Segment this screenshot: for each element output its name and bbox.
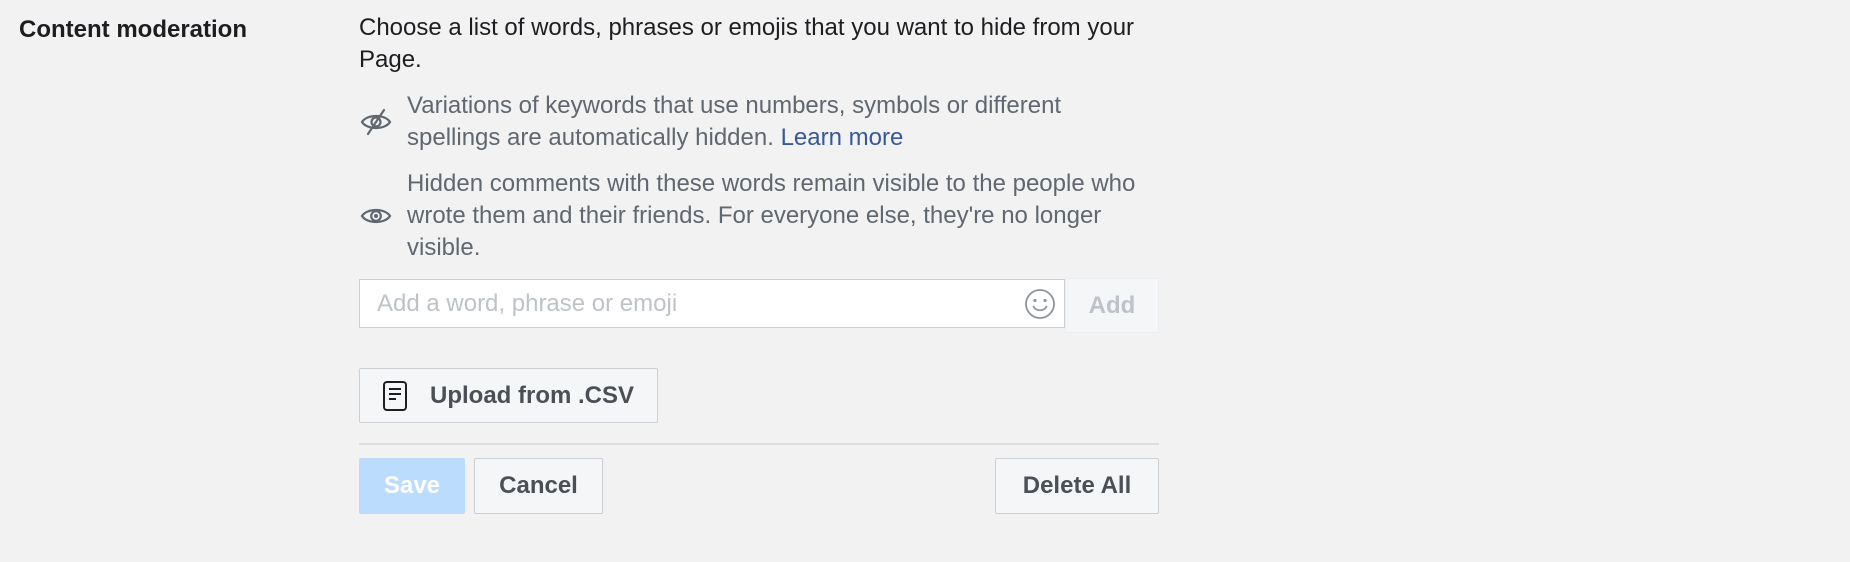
eye-icon: [359, 199, 393, 233]
intro-text: Choose a list of words, phrases or emoji…: [359, 14, 1135, 73]
learn-more-link[interactable]: Learn more: [781, 124, 904, 151]
info-row-visibility: Hidden comments with these words remain …: [359, 168, 1159, 264]
upload-csv-label: Upload from .CSV: [430, 381, 635, 409]
eye-slash-icon: [359, 105, 393, 139]
document-icon: [382, 380, 408, 412]
content-moderation-panel: Choose a list of words, phrases or emoji…: [359, 12, 1159, 514]
add-word-row: Add: [359, 278, 1159, 333]
cancel-button[interactable]: Cancel: [474, 458, 603, 514]
info-text-visibility: Hidden comments with these words remain …: [407, 170, 1136, 261]
variations-text: Variations of keywords that use numbers,…: [407, 92, 1062, 151]
action-bar: Save Cancel Delete All: [359, 458, 1159, 514]
upload-csv-button[interactable]: Upload from .CSV: [359, 368, 659, 423]
add-button[interactable]: Add: [1065, 278, 1159, 333]
word-input-wrapper: [359, 279, 1065, 328]
divider: [359, 443, 1159, 445]
section-label: Content moderation: [19, 16, 247, 43]
smiley-icon[interactable]: [1023, 287, 1057, 321]
save-button[interactable]: Save: [359, 458, 465, 514]
delete-all-button[interactable]: Delete All: [995, 458, 1159, 514]
content-moderation-page: Content moderation Choose a list of word…: [0, 0, 1850, 562]
info-row-variations: Variations of keywords that use numbers,…: [359, 90, 1159, 154]
info-text-variations: Variations of keywords that use numbers,…: [407, 90, 1147, 154]
add-word-input[interactable]: [360, 280, 1017, 327]
